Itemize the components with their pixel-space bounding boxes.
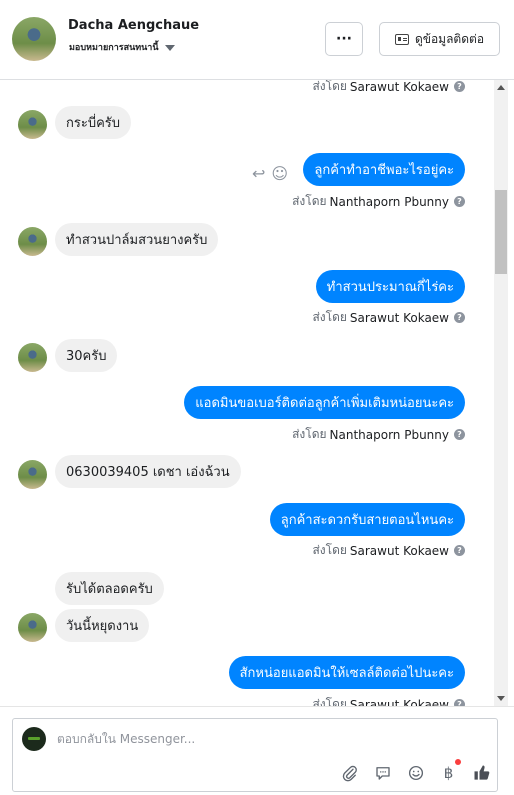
- customer-avatar-small[interactable]: [18, 343, 47, 372]
- outgoing-message[interactable]: แอดมินขอเบอร์ติดต่อลูกค้าเพิ่มเติมหน่อยน…: [184, 386, 465, 419]
- sent-by-label: ส่งโดย Sarawut Kokaew ?: [312, 541, 465, 560]
- scroll-thumb[interactable]: [495, 190, 507, 274]
- incoming-message[interactable]: ทำสวนปาล์มสวนยางครับ: [55, 223, 219, 256]
- customer-avatar-small[interactable]: [18, 613, 47, 642]
- assign-label: มอบหมายการสนทนานี้: [69, 43, 159, 53]
- caret-down-icon: [164, 44, 175, 51]
- chat-bubble-icon[interactable]: [372, 762, 393, 783]
- incoming-message[interactable]: รับได้ตลอดครับ: [55, 572, 164, 605]
- help-icon[interactable]: ?: [454, 429, 465, 440]
- help-icon[interactable]: ?: [454, 699, 465, 706]
- page-avatar: [22, 727, 46, 751]
- incoming-message[interactable]: 30ครับ: [55, 339, 118, 372]
- sent-by-label: ส่งโดย Sarawut Kokaew ?: [312, 695, 465, 706]
- composer-box[interactable]: ฿: [12, 718, 498, 792]
- customer-avatar[interactable]: [12, 17, 56, 61]
- notification-dot: [455, 759, 461, 765]
- thread-scrollbar[interactable]: [494, 80, 508, 706]
- sent-by-label: ส่งโดย Sarawut Kokaew ?: [312, 308, 465, 327]
- customer-avatar-small[interactable]: [18, 110, 47, 139]
- incoming-message[interactable]: วันนี้หยุดงาน: [55, 609, 150, 642]
- assign-conversation-dropdown[interactable]: มอบหมายการสนทนานี้: [69, 40, 175, 54]
- sent-by-label: ส่งโดย Nanthaporn Pbunny ?: [292, 192, 465, 211]
- message-actions: ↩ ☺: [252, 164, 288, 183]
- customer-avatar-small[interactable]: [18, 460, 47, 489]
- message-thread[interactable]: ส่งโดย Sarawut Kokaew ? กระบี่ครับ ↩ ☺ ล…: [0, 80, 494, 706]
- contact-card-icon: [394, 33, 409, 45]
- reply-icon[interactable]: ↩: [252, 164, 265, 183]
- outgoing-message[interactable]: ลูกค้าสะดวกรับสายตอนไหนคะ: [269, 503, 465, 536]
- help-icon[interactable]: ?: [454, 196, 465, 207]
- incoming-message[interactable]: 0630039405 เดชา เอ่งฉ้วน: [55, 455, 241, 488]
- view-contact-button[interactable]: ดูข้อมูลติดต่อ: [379, 22, 500, 56]
- more-options-button[interactable]: ···: [325, 22, 363, 56]
- conversation-header: Dacha Aengchaue มอบหมายการสนทนานี้ ··· ด…: [0, 0, 514, 80]
- reply-input[interactable]: [57, 732, 477, 746]
- help-icon[interactable]: ?: [454, 312, 465, 323]
- composer-toolbar: ฿: [339, 759, 492, 783]
- reply-composer: ฿: [0, 706, 514, 795]
- outgoing-message[interactable]: ลูกค้าทำอาชีพอะไรอยู่คะ: [303, 153, 465, 186]
- customer-avatar-small[interactable]: [18, 227, 47, 256]
- thumbs-up-icon[interactable]: [471, 762, 492, 783]
- help-icon[interactable]: ?: [454, 81, 465, 92]
- scroll-up-arrow-icon[interactable]: [497, 85, 505, 90]
- paperclip-icon[interactable]: [339, 762, 360, 783]
- help-icon[interactable]: ?: [454, 545, 465, 556]
- sent-by-label: ส่งโดย Nanthaporn Pbunny ?: [292, 425, 465, 444]
- outgoing-message[interactable]: สักหน่อยแอดมินให้เซลล์ติดต่อไปนะคะ: [228, 656, 465, 689]
- view-contact-label: ดูข้อมูลติดต่อ: [414, 31, 485, 46]
- customer-name[interactable]: Dacha Aengchaue: [68, 18, 199, 33]
- incoming-message[interactable]: กระบี่ครับ: [55, 106, 132, 139]
- react-icon[interactable]: ☺: [271, 164, 288, 183]
- sent-by-label: ส่งโดย Sarawut Kokaew ?: [312, 80, 465, 96]
- baht-icon[interactable]: ฿: [438, 759, 461, 783]
- emoji-icon[interactable]: [405, 762, 426, 783]
- scroll-down-arrow-icon[interactable]: [497, 696, 505, 701]
- outgoing-message[interactable]: ทำสวนประมาณกี่ไร่คะ: [315, 270, 465, 303]
